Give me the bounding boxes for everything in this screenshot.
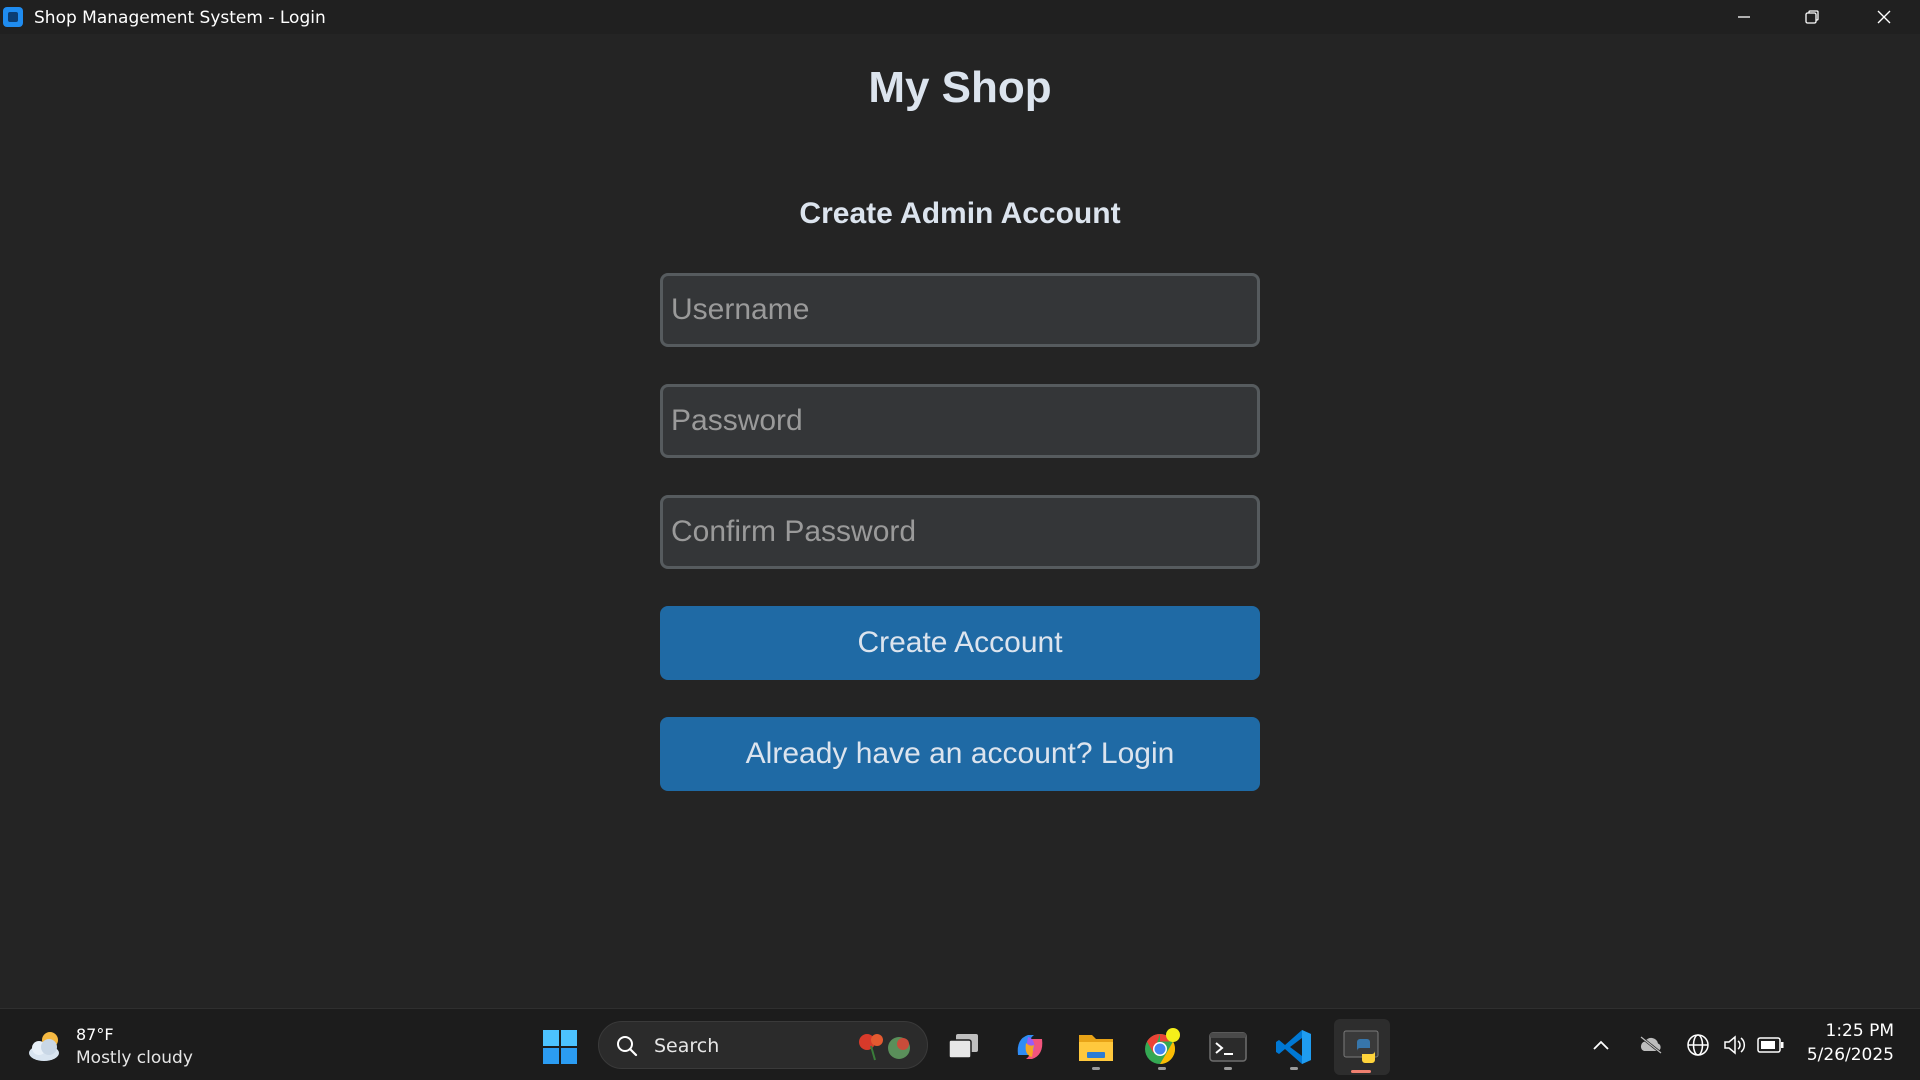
- running-indicator: [1092, 1067, 1100, 1070]
- onedrive-icon[interactable]: [1638, 1035, 1664, 1055]
- file-explorer-icon: [1079, 1035, 1113, 1061]
- file-explorer-button[interactable]: [1072, 1023, 1120, 1071]
- create-account-button[interactable]: Create Account: [660, 606, 1260, 680]
- network-globe-icon[interactable]: [1686, 1033, 1710, 1057]
- running-indicator: [1290, 1067, 1298, 1070]
- vscode-icon: [1276, 1030, 1311, 1064]
- title-bar: Shop Management System - Login: [0, 0, 1920, 34]
- taskbar: 87°F Mostly cloudy Search 1:25 PM 5/26/2…: [0, 1008, 1920, 1080]
- taskbar-search[interactable]: Search: [598, 1021, 928, 1069]
- volume-icon[interactable]: [1722, 1033, 1748, 1057]
- python-app-icon: [1343, 1030, 1379, 1063]
- terminal-icon: [1209, 1032, 1247, 1062]
- chrome-icon: [1145, 1028, 1180, 1064]
- minimize-button[interactable]: [1710, 0, 1778, 34]
- confirm-password-input[interactable]: [660, 495, 1260, 569]
- vscode-button[interactable]: [1270, 1023, 1318, 1071]
- battery-icon[interactable]: [1757, 1036, 1785, 1054]
- window-title: Shop Management System - Login: [34, 8, 326, 28]
- task-view-icon: [948, 1034, 978, 1059]
- search-icon: [617, 1036, 638, 1057]
- active-indicator: [1351, 1070, 1371, 1073]
- minimize-icon: [1738, 16, 1750, 18]
- copilot-button[interactable]: [1006, 1023, 1054, 1071]
- running-indicator: [1158, 1067, 1166, 1070]
- search-label: Search: [654, 1035, 720, 1057]
- weather-temp: 87°F: [76, 1025, 114, 1044]
- terminal-button[interactable]: [1204, 1023, 1252, 1071]
- task-view-button[interactable]: [940, 1023, 988, 1071]
- restore-icon: [1805, 10, 1819, 24]
- shop-title: My Shop: [868, 63, 1052, 112]
- close-button[interactable]: [1850, 0, 1918, 34]
- chrome-button[interactable]: [1138, 1023, 1186, 1071]
- chevron-up-icon[interactable]: [1591, 1037, 1611, 1053]
- clock-date[interactable]: 5/26/2025: [1800, 1045, 1894, 1065]
- windows-start-icon: [543, 1030, 577, 1064]
- weather-desc: Mostly cloudy: [76, 1048, 193, 1068]
- cloud-sun-icon: [29, 1032, 59, 1061]
- form-title: Create Admin Account: [799, 197, 1121, 230]
- python-app-button[interactable]: [1334, 1019, 1390, 1075]
- close-icon: [1877, 10, 1891, 24]
- restore-button[interactable]: [1778, 0, 1846, 34]
- login-link-button[interactable]: Already have an account? Login: [660, 717, 1260, 791]
- weather-widget[interactable]: 87°F Mostly cloudy: [26, 1025, 216, 1069]
- clock-time[interactable]: 1:25 PM: [1800, 1021, 1895, 1041]
- copilot-icon: [1017, 1035, 1043, 1059]
- password-input[interactable]: [660, 384, 1260, 458]
- running-indicator: [1224, 1067, 1232, 1070]
- app-icon: [3, 7, 23, 27]
- start-button[interactable]: [536, 1023, 584, 1071]
- search-highlight-icon: [859, 1034, 910, 1061]
- username-input[interactable]: [660, 273, 1260, 347]
